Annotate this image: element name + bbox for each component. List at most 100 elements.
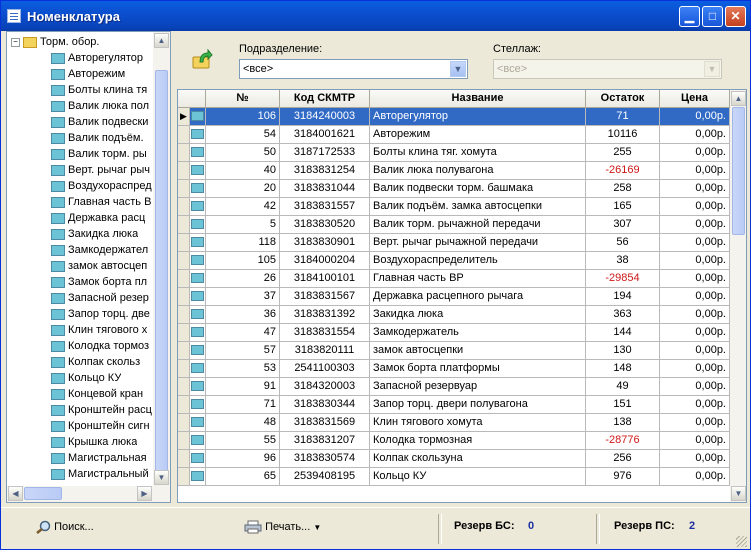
table-row[interactable]: 5 3183830520 Валик торм. рычажной передачи… [178, 216, 730, 234]
tree-item[interactable]: Валик подвески [51, 116, 148, 132]
table-row[interactable]: 48 3183831569 Клин тягового хомута 138 0,00р… [178, 414, 730, 432]
row-selector[interactable] [178, 126, 190, 144]
table-row[interactable]: 65 2539408195 Кольцо КУ 976 0,00р. [178, 468, 730, 486]
scroll-up-icon[interactable]: ▲ [154, 33, 169, 48]
scroll-right-icon[interactable]: ▶ [137, 486, 152, 501]
resize-grip[interactable] [736, 536, 747, 547]
category-tree[interactable]: − Торм. обор. Авторегулятор Авторежим Болты… [6, 31, 171, 503]
tree-item[interactable]: Магистральный [51, 468, 149, 484]
tree-scroll-thumb[interactable] [155, 70, 168, 482]
tree-item[interactable]: Закидка люка [51, 228, 138, 244]
table-row[interactable]: 57 3183820111 замок автосцепки 130 0,00р. [178, 342, 730, 360]
row-selector[interactable] [178, 468, 190, 486]
table-row[interactable]: 40 3183831254 Валик люка полувагона -26169 0… [178, 162, 730, 180]
minimize-button[interactable]: ▁ [679, 6, 700, 27]
header-stock[interactable]: Остаток [586, 90, 660, 108]
row-selector[interactable] [178, 360, 190, 378]
tree-item[interactable]: Болты клина тя [51, 84, 147, 100]
tree-item[interactable]: Воздухораспред [51, 180, 152, 196]
tree-item[interactable]: Концевой кран [51, 388, 143, 404]
grid-vertical-scrollbar[interactable]: ▲ ▼ [730, 90, 746, 502]
table-row[interactable]: 36 3183831392 Закидка люка 363 0,00р. [178, 306, 730, 324]
table-row[interactable]: 118 3183830901 Верт. рычаг рычажной переда… [178, 234, 730, 252]
tree-item[interactable]: Валик люка пол [51, 100, 149, 116]
tree-item[interactable]: Колодка тормоз [51, 340, 149, 356]
header-price[interactable]: Цена [660, 90, 730, 108]
tree-hscroll-thumb[interactable] [24, 487, 62, 500]
row-selector[interactable] [178, 144, 190, 162]
row-selector[interactable] [178, 180, 190, 198]
table-row[interactable]: 42 3183831557 Валик подъём. замка автосцеп… [178, 198, 730, 216]
row-selector[interactable] [178, 396, 190, 414]
scroll-left-icon[interactable]: ◀ [8, 486, 23, 501]
table-row[interactable]: 26 3184100101 Главная часть ВР -29854 0,00р. [178, 270, 730, 288]
table-row[interactable]: 47 3183831554 Замкодержатель 144 0,00р. [178, 324, 730, 342]
table-row[interactable]: 54 3184001621 Авторежим 10116 0,00р. [178, 126, 730, 144]
tree-item[interactable]: Клин тягового х [51, 324, 147, 340]
tree-item[interactable]: Крышка люка [51, 436, 137, 452]
tree-item[interactable]: Колпак скольз [51, 356, 140, 372]
scroll-up-icon[interactable]: ▲ [731, 91, 746, 106]
table-row[interactable]: 53 2541100303 Замок борта платформы 148 0,00… [178, 360, 730, 378]
tree-item[interactable]: Замок борта пл [51, 276, 147, 292]
header-number[interactable]: № [206, 90, 280, 108]
row-selector[interactable] [178, 450, 190, 468]
tree-item[interactable]: Кронштейн расц [51, 404, 152, 420]
tree-item[interactable]: Державка расц [51, 212, 145, 228]
tree-item[interactable]: Авторежим [51, 68, 125, 84]
tree-root[interactable]: − Торм. обор. [11, 36, 99, 52]
chevron-down-icon[interactable]: ▼ [313, 523, 321, 532]
tree-item[interactable]: Запасной резер [51, 292, 149, 308]
print-button[interactable]: Печать... ▼ [244, 520, 321, 534]
tree-item[interactable]: Кольцо КУ [51, 372, 121, 388]
row-selector[interactable] [178, 432, 190, 450]
refresh-arrow-icon[interactable] [191, 48, 213, 70]
table-row[interactable]: 96 3183830574 Колпак скользуна 256 0,00р. [178, 450, 730, 468]
row-selector[interactable] [178, 216, 190, 234]
row-selector[interactable] [178, 234, 190, 252]
title-bar[interactable]: Номенклатура ▁ □ ✕ [1, 1, 750, 31]
tree-item[interactable]: Валик подъём. [51, 132, 144, 148]
row-selector[interactable] [178, 414, 190, 432]
tree-collapse-toggle[interactable]: − [11, 37, 20, 47]
tree-item[interactable]: Авторегулятор [51, 52, 143, 68]
table-row[interactable]: ▶ 106 3184240003 Авторегулятор 71 0,00р. [178, 108, 730, 126]
tree-item[interactable]: Валик торм. ры [51, 148, 147, 164]
row-selector[interactable] [178, 378, 190, 396]
search-button[interactable]: Поиск... [35, 520, 94, 534]
tree-item[interactable]: Главная часть В [51, 196, 151, 212]
row-selector[interactable] [178, 198, 190, 216]
table-row[interactable]: 71 3183830344 Запор торц. двери полувагона… [178, 396, 730, 414]
scroll-down-icon[interactable]: ▼ [154, 470, 169, 485]
header-code[interactable]: Код СКМТР [280, 90, 370, 108]
table-row[interactable]: 55 3183831207 Колодка тормозная -28776 0,00р… [178, 432, 730, 450]
row-selector[interactable] [178, 288, 190, 306]
row-selector[interactable] [178, 162, 190, 180]
chevron-down-icon[interactable]: ▼ [450, 61, 466, 77]
row-selector[interactable] [178, 306, 190, 324]
table-row[interactable]: 37 3183831567 Державка расцепного рычага 19… [178, 288, 730, 306]
tree-vertical-scrollbar[interactable]: ▲ ▼ [153, 32, 170, 486]
row-selector[interactable] [178, 342, 190, 360]
table-row[interactable]: 105 3184000204 Воздухораспределитель 38 0,00… [178, 252, 730, 270]
grid-scroll-thumb[interactable] [732, 107, 745, 235]
subdivision-select[interactable]: <все> ▼ [239, 59, 468, 79]
table-row[interactable]: 20 3183831044 Валик подвески торм. башмака… [178, 180, 730, 198]
table-row[interactable]: 91 3184320003 Запасной резервуар 49 0,00р. [178, 378, 730, 396]
nomenclature-grid[interactable]: № Код СКМТР Название Остаток Цена ▶ 106 31… [177, 89, 747, 503]
row-selector[interactable] [178, 252, 190, 270]
tree-item[interactable]: Кронштейн сигн [51, 420, 150, 436]
tree-item[interactable]: Верт. рычаг рыч [51, 164, 150, 180]
header-name[interactable]: Название [370, 90, 586, 108]
tree-horizontal-scrollbar[interactable]: ◀ ▶ [7, 486, 170, 502]
maximize-button[interactable]: □ [702, 6, 723, 27]
row-selector[interactable]: ▶ [178, 108, 190, 126]
tree-item[interactable]: Магистральная [51, 452, 147, 468]
tree-item[interactable]: замок автосцеп [51, 260, 147, 276]
tree-item[interactable]: Замкодержател [51, 244, 148, 260]
row-selector[interactable] [178, 324, 190, 342]
row-selector[interactable] [178, 270, 190, 288]
close-button[interactable]: ✕ [725, 6, 746, 27]
tree-item[interactable]: Запор торц. две [51, 308, 150, 324]
scroll-down-icon[interactable]: ▼ [731, 486, 746, 501]
